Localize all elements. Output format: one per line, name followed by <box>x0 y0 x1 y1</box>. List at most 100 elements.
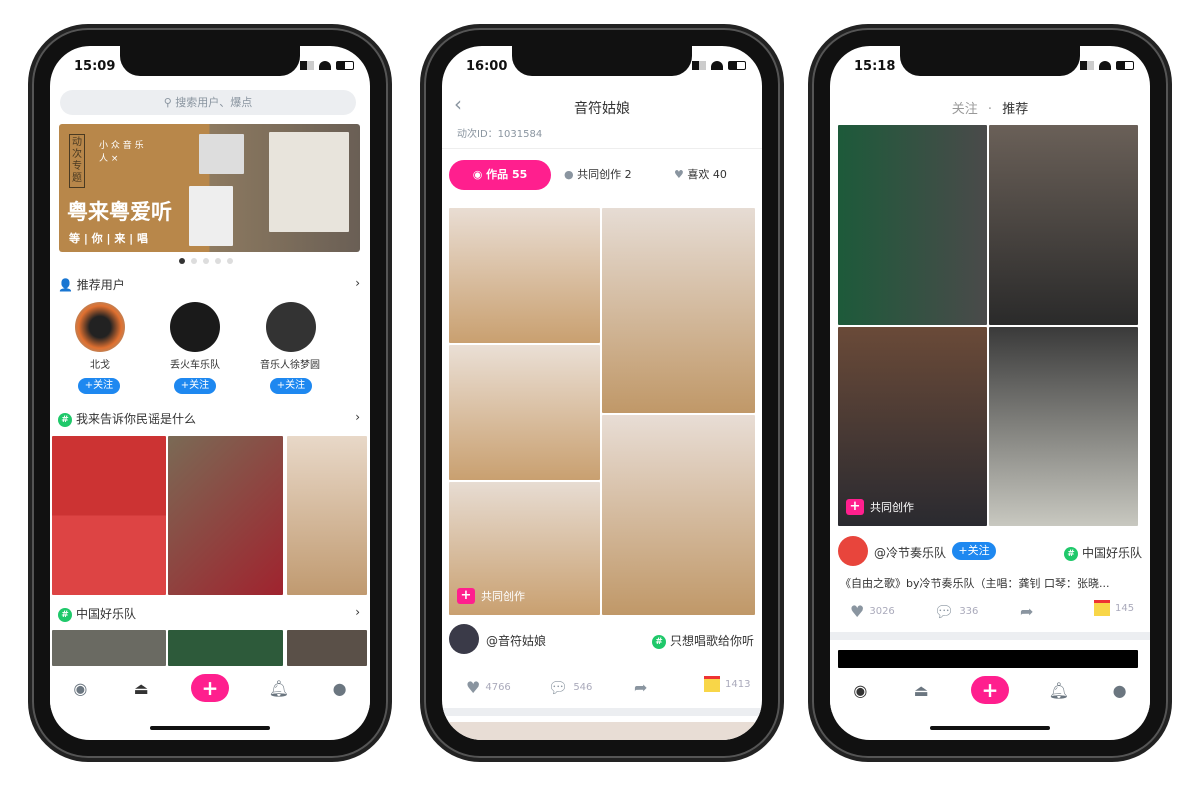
follow-button[interactable]: +关注 <box>952 542 996 560</box>
banner-title: 粤来粤爱听 <box>67 200 172 224</box>
hashtag-icon: # <box>58 412 72 427</box>
battery-icon <box>336 61 354 70</box>
comment-icon: 💬︎ <box>548 678 569 697</box>
heart-icon: ♥ <box>674 168 688 181</box>
avatar <box>75 302 125 352</box>
user-id: 动次ID：1031584 <box>457 129 543 140</box>
heart-icon: ♥ <box>466 678 481 697</box>
bell-icon[interactable]: 🔔︎ <box>268 677 290 699</box>
feed-tabs: 关注 · 推荐 <box>830 98 1150 117</box>
video-tile <box>602 415 755 615</box>
gift-button[interactable]: 1413 <box>704 676 750 692</box>
video-tile <box>989 125 1138 325</box>
banner-photo <box>269 132 349 232</box>
status-icons <box>1080 61 1134 70</box>
author-name[interactable]: @冷节奏乐队 <box>874 544 946 561</box>
author-name[interactable]: @音符姑娘 <box>486 632 546 649</box>
follow-button[interactable]: +关注 <box>78 378 120 394</box>
tab-bar: ◉ ⏏ + 🔔︎ ● <box>50 666 370 710</box>
avatar <box>266 302 316 352</box>
separator <box>830 632 1150 640</box>
cloche-icon[interactable]: ⏏ <box>130 677 152 699</box>
video-thumbnail[interactable] <box>168 630 283 666</box>
author-avatar[interactable] <box>838 536 868 566</box>
video-card[interactable]: + 共同创作 <box>838 125 1138 526</box>
user-icon[interactable]: ● <box>1109 679 1131 701</box>
search-input[interactable]: ⚲ 搜索用户、爆点 <box>60 90 356 115</box>
recommended-users-header[interactable]: 👤 推荐用户 › <box>58 276 360 293</box>
banner-tag: 动次专题 <box>69 134 85 188</box>
phone-feed: 15:18 关注 · 推荐 + 共同创作 @冷节奏乐队 +关注 # 中国好乐队 《自… <box>812 28 1168 758</box>
heart-icon: ♥ <box>850 602 865 621</box>
status-time: 15:09 <box>74 59 116 74</box>
video-tile <box>838 327 987 526</box>
tab-co-create[interactable]: ● 共同创作 2 <box>564 160 632 190</box>
plus-icon: + <box>846 499 864 515</box>
screen: 15:09 ⚲ 搜索用户、爆点 动次专题 小 众 音 乐 人 × 粤来粤爱听 等… <box>50 46 370 740</box>
video-thumbnail[interactable] <box>52 630 166 666</box>
topic-header[interactable]: # 我来告诉你民谣是什么 › <box>58 410 360 427</box>
user-name: 音乐人徐梦圆 <box>260 360 320 371</box>
notch <box>512 46 692 76</box>
video-thumbnail[interactable] <box>168 436 283 595</box>
user-icon[interactable]: ● <box>329 677 351 699</box>
notch <box>900 46 1080 76</box>
topic-link[interactable]: # 中国好乐队 <box>1063 544 1142 561</box>
topic-link[interactable]: # 只想唱歌给你听 <box>651 632 754 649</box>
banner[interactable]: 动次专题 小 众 音 乐 人 × 粤来粤爱听 等 | 你 | 来 | 唱 <box>59 124 360 252</box>
battery-icon <box>1116 61 1134 70</box>
video-tile <box>602 208 755 413</box>
screen: 15:18 关注 · 推荐 + 共同创作 @冷节奏乐队 +关注 # 中国好乐队 《自… <box>830 46 1150 740</box>
wifi-icon <box>319 61 331 70</box>
video-thumbnail[interactable] <box>287 630 367 666</box>
home-indicator <box>150 726 270 730</box>
signal-icon <box>1080 61 1094 70</box>
like-button[interactable]: ♥ 4766 <box>466 678 511 697</box>
notch <box>120 46 300 76</box>
follow-button[interactable]: +关注 <box>270 378 312 394</box>
share-button[interactable]: ➦ <box>634 678 647 697</box>
like-button[interactable]: ♥ 3026 <box>850 602 895 621</box>
video-thumbnail[interactable] <box>287 436 367 595</box>
topic-header[interactable]: # 中国好乐队 › <box>58 605 360 622</box>
follow-button[interactable]: +关注 <box>174 378 216 394</box>
eye-icon[interactable]: ◉ <box>849 679 871 701</box>
plus-icon[interactable]: + <box>970 676 1009 704</box>
tab-works[interactable]: ◉ 作品 55 <box>449 160 551 190</box>
video-tile <box>838 125 987 325</box>
video-card[interactable]: + 共同创作 <box>449 208 755 615</box>
chevron-right-icon: › <box>355 605 360 619</box>
tab-bar: ◉ ⏏ + 🔔︎ ● <box>830 668 1150 712</box>
carousel-dots[interactable] <box>179 258 233 264</box>
author-avatar[interactable] <box>449 624 479 654</box>
divider <box>442 148 762 149</box>
status-time: 16:00 <box>466 59 508 74</box>
tab-likes[interactable]: ♥ 喜欢 40 <box>674 160 727 190</box>
tab-follow[interactable]: 关注 <box>952 102 978 117</box>
tab-recommend[interactable]: 推荐 <box>1002 102 1028 117</box>
gift-icon <box>704 676 720 692</box>
bell-icon[interactable]: 🔔︎ <box>1048 679 1070 701</box>
signal-icon <box>300 61 314 70</box>
eye-icon: ◉ <box>472 168 487 181</box>
plus-icon[interactable]: + <box>190 674 229 702</box>
banner-photo <box>199 134 244 174</box>
banner-subtitle: 等 | 你 | 来 | 唱 <box>69 232 149 245</box>
share-button[interactable]: ➦ <box>1020 602 1033 621</box>
co-create-badge: + 共同创作 <box>457 588 525 604</box>
eye-icon[interactable]: ◉ <box>69 677 91 699</box>
page-title: 音符姑娘 <box>574 101 630 117</box>
comment-button[interactable]: 💬︎ 546 <box>548 678 592 697</box>
chevron-right-icon: › <box>355 410 360 424</box>
lightbulb-icon: ● <box>564 168 578 181</box>
user-icon: 👤 <box>58 278 73 292</box>
cloche-icon[interactable]: ⏏ <box>910 679 932 701</box>
gift-button[interactable]: 145 <box>1094 600 1134 616</box>
video-thumbnail[interactable] <box>52 436 166 595</box>
status-icons <box>300 61 354 70</box>
video-tile <box>989 327 1138 526</box>
status-icons <box>692 61 746 70</box>
user-name: 丢火车乐队 <box>170 360 220 371</box>
avatar <box>170 302 220 352</box>
comment-button[interactable]: 💬︎ 336 <box>934 602 978 621</box>
